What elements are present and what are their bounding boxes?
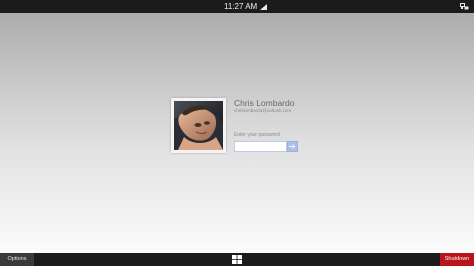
signal-strength-icon	[260, 3, 268, 10]
user-name: Chris Lombardo	[234, 98, 295, 108]
clock: 11:27 AM	[224, 2, 258, 11]
clock-area: 11:27 AM	[224, 0, 268, 13]
submit-button[interactable]	[287, 141, 298, 152]
options-button[interactable]: Options	[0, 253, 34, 266]
windows-logo-icon[interactable]	[232, 255, 242, 264]
user-avatar-frame	[171, 98, 226, 153]
user-avatar	[174, 101, 223, 150]
password-label: Enter your password	[234, 132, 280, 138]
arrow-right-icon	[289, 144, 296, 149]
password-input[interactable]	[234, 141, 287, 152]
shutdown-button[interactable]: Shutdown	[440, 253, 474, 266]
login-screen: 11:27 AM Chris Lombardo chrislombardo@ou…	[0, 0, 474, 266]
network-icon[interactable]	[460, 3, 469, 10]
taskbar: Options Shutdown	[0, 253, 474, 266]
status-bar: 11:27 AM	[0, 0, 474, 13]
user-email: chrislombardo@outlook.com	[234, 108, 292, 113]
